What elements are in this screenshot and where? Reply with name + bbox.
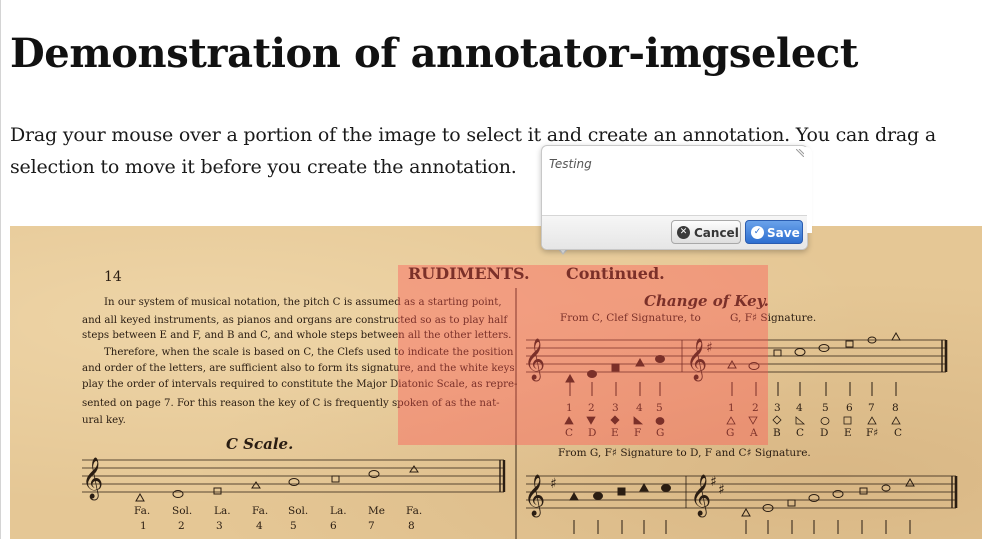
syllable-number: 3 [216, 520, 223, 532]
paragraph-line: ural key. [82, 415, 126, 426]
treble-clef-icon: 𝄞 [524, 474, 545, 517]
syllable-number: 2 [178, 520, 185, 532]
editor-controls: ✕ Cancel ✓ Save [542, 215, 807, 249]
syllable-label: Fa. [134, 505, 150, 517]
page-number: 14 [104, 269, 122, 285]
check-circle-icon: ✓ [751, 226, 764, 239]
syllable-number: 4 [256, 520, 263, 532]
treble-clef-icon: 𝄞 [690, 474, 711, 517]
note-letter: D [820, 427, 828, 439]
note-letter: C [894, 427, 902, 439]
save-button[interactable]: ✓ Save [745, 220, 803, 244]
note-letter: E [844, 427, 852, 439]
page-title: Demonstration of annotator-imgselect [10, 30, 858, 77]
scale-degree: 8 [892, 402, 899, 414]
annotation-editor: Testing ✕ Cancel ✓ Save [541, 145, 812, 250]
c-scale-notes [135, 465, 419, 502]
syllable-number: 7 [368, 520, 375, 532]
image-selection-rectangle[interactable] [398, 265, 768, 445]
sharp-icon: ♯ [550, 476, 557, 492]
scale-degree: 4 [796, 402, 803, 414]
c-scale-syllables: Fa. Sol. La. Fa. Sol. La. Me Fa. 1 2 3 4… [134, 505, 422, 532]
note-letter: C [796, 427, 804, 439]
from-g-caption: From G, F♯ Signature to D, F and C♯ Sign… [558, 447, 811, 459]
note-letter: B [773, 427, 781, 439]
c-scale-staff [82, 459, 506, 493]
sharp-icon: ♯ [710, 474, 717, 490]
page-left-border [0, 0, 1, 539]
syllable-number: 6 [330, 520, 337, 532]
note-letter: F♯ [866, 427, 878, 439]
cancel-button[interactable]: ✕ Cancel [671, 220, 741, 244]
staff-2-open-notes [741, 477, 915, 517]
treble-clef-icon: 𝄞 [82, 457, 103, 500]
syllable-label: La. [330, 505, 347, 517]
scale-degree: 3 [774, 402, 781, 414]
scale-degree: 7 [868, 402, 875, 414]
syllable-label: La. [214, 505, 231, 517]
scale-degree: 6 [846, 402, 853, 414]
sharp-icon: ♯ [718, 482, 725, 498]
syllable-label: Fa. [406, 505, 422, 517]
syllable-number: 8 [408, 520, 415, 532]
c-scale-title: C Scale. [226, 435, 293, 453]
syllable-label: Sol. [288, 505, 308, 517]
syllable-label: Fa. [252, 505, 268, 517]
cancel-label: Cancel [694, 226, 739, 240]
resize-handle-icon[interactable] [796, 149, 804, 157]
syllable-label: Me [368, 505, 385, 517]
syllable-number: 5 [290, 520, 297, 532]
save-label: Save [767, 226, 800, 240]
intro-paragraph: Drag your mouse over a portion of the im… [10, 124, 936, 178]
change-of-key-staff-2 [526, 475, 958, 509]
syllable-label: Sol. [172, 505, 192, 517]
scale-degree: 5 [822, 402, 829, 414]
syllable-number: 1 [140, 520, 147, 532]
staff-2-barlines [573, 520, 911, 534]
close-circle-icon: ✕ [677, 226, 690, 239]
